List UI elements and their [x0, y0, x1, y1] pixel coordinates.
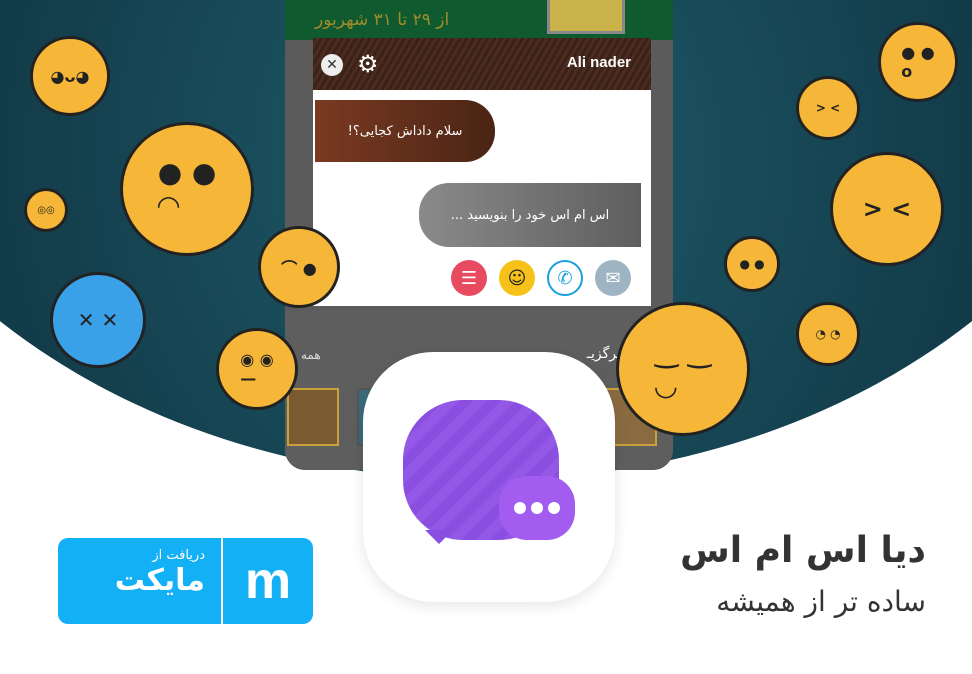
app-tagline: ساده تر از همیشه	[716, 585, 926, 618]
contact-name: Ali nader	[566, 54, 631, 71]
list-icon[interactable]: ☰	[451, 260, 487, 296]
action-bar: ☰ ☺ ✆ ✉	[451, 260, 631, 296]
app-title: دیا اس ام اس	[680, 530, 926, 571]
quick-reply-popup: ✕ ⚙ Ali nader سلام داداش کجایی؟! اس ام ا…	[313, 38, 651, 306]
emoji-icon[interactable]: ☺	[499, 260, 535, 296]
more-link[interactable]: همه	[301, 348, 321, 362]
send-icon[interactable]: ✉	[595, 260, 631, 296]
emoji-content-icon: ‿ ‿ ◡	[616, 302, 750, 436]
emoji-dizzy-icon: ✕ ✕	[50, 272, 146, 368]
sign-illustration	[547, 0, 625, 34]
gear-icon[interactable]: ⚙	[357, 50, 379, 78]
close-icon[interactable]: ✕	[321, 54, 343, 76]
badge-store-name: مایکت	[114, 563, 205, 598]
app-thumbnail[interactable]	[287, 388, 339, 446]
app-icon	[363, 352, 615, 602]
compose-input[interactable]: اس ام اس خود را بنویسید ...	[419, 183, 641, 247]
emoji-laughing-icon: > <	[796, 76, 860, 140]
badge-small-text: دریافت از	[152, 548, 205, 563]
promo-banner: از ۲۹ تا ۳۱ شهریور	[285, 0, 673, 40]
emoji-smirk-icon: ◔ ◔	[796, 302, 860, 366]
myket-logo-icon: m	[244, 552, 292, 610]
typing-bubble-icon	[499, 476, 575, 540]
emoji-glasses-icon: ◎◎	[24, 188, 68, 232]
popup-header: ✕ ⚙ Ali nader	[313, 38, 651, 90]
emoji-neutral-icon: ◉ ◉ —	[216, 328, 298, 410]
banner-text: از ۲۹ تا ۳۱ شهریور	[315, 10, 450, 30]
myket-download-badge[interactable]: دریافت از مایکت m	[58, 538, 313, 624]
emoji-laughing-big-icon: > <	[830, 152, 944, 266]
emoji-wink-icon: ⌒ ●	[258, 226, 340, 308]
emoji-mustache-icon: ● ●	[724, 236, 780, 292]
incoming-message: سلام داداش کجایی؟!	[315, 100, 495, 162]
emoji-shocked-icon: ● ● ◠	[120, 122, 254, 256]
emoji-tongue-icon: ◕ᴗ◕	[30, 36, 110, 116]
phone-icon[interactable]: ✆	[547, 260, 583, 296]
emoji-surprised-icon: ● ● o	[878, 22, 958, 102]
